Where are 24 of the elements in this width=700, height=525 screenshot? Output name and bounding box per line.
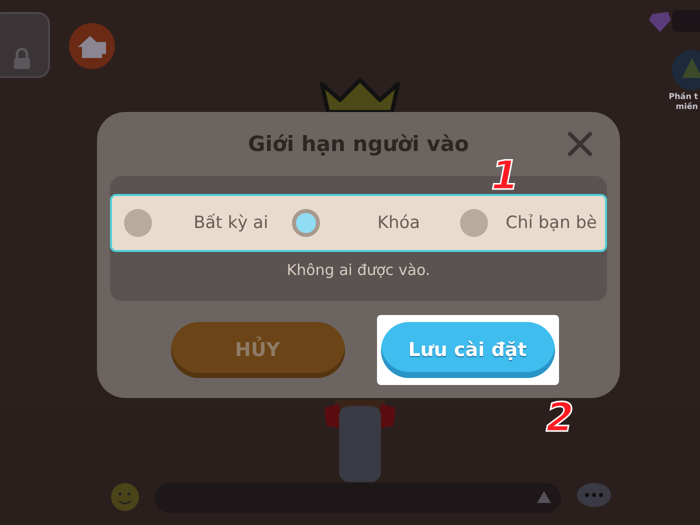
dialog-title: Giới hạn người vào (248, 132, 469, 156)
option-label: Khóa (376, 213, 422, 233)
currency-bar (672, 10, 700, 32)
reward-label: Phần t (668, 92, 698, 102)
radio-button[interactable] (292, 209, 320, 237)
emoji-icon[interactable] (110, 482, 140, 512)
radio-button[interactable] (124, 209, 152, 237)
triangle-up-icon[interactable] (536, 490, 552, 504)
locked-slot-panel[interactable] (0, 12, 50, 78)
chat-input-field[interactable] (155, 483, 561, 513)
save-settings-button[interactable]: Lưu cài đặt (380, 322, 554, 378)
lock-icon (12, 48, 32, 70)
step-number: 2 (546, 400, 574, 436)
step-number: 1 (491, 156, 519, 196)
chat-bubble-icon[interactable] (576, 482, 612, 510)
radio-button[interactable] (460, 209, 488, 237)
reward-label: miền (676, 102, 698, 112)
close-icon[interactable] (567, 131, 593, 157)
option-label: Bất kỳ ai (192, 213, 270, 233)
crown-icon (318, 78, 402, 114)
option-description: Không ai được vào. (286, 261, 430, 279)
cancel-button[interactable]: HỦY (170, 322, 344, 378)
house-icon[interactable] (68, 22, 116, 70)
option-label: Chỉ bạn bè (506, 213, 598, 233)
